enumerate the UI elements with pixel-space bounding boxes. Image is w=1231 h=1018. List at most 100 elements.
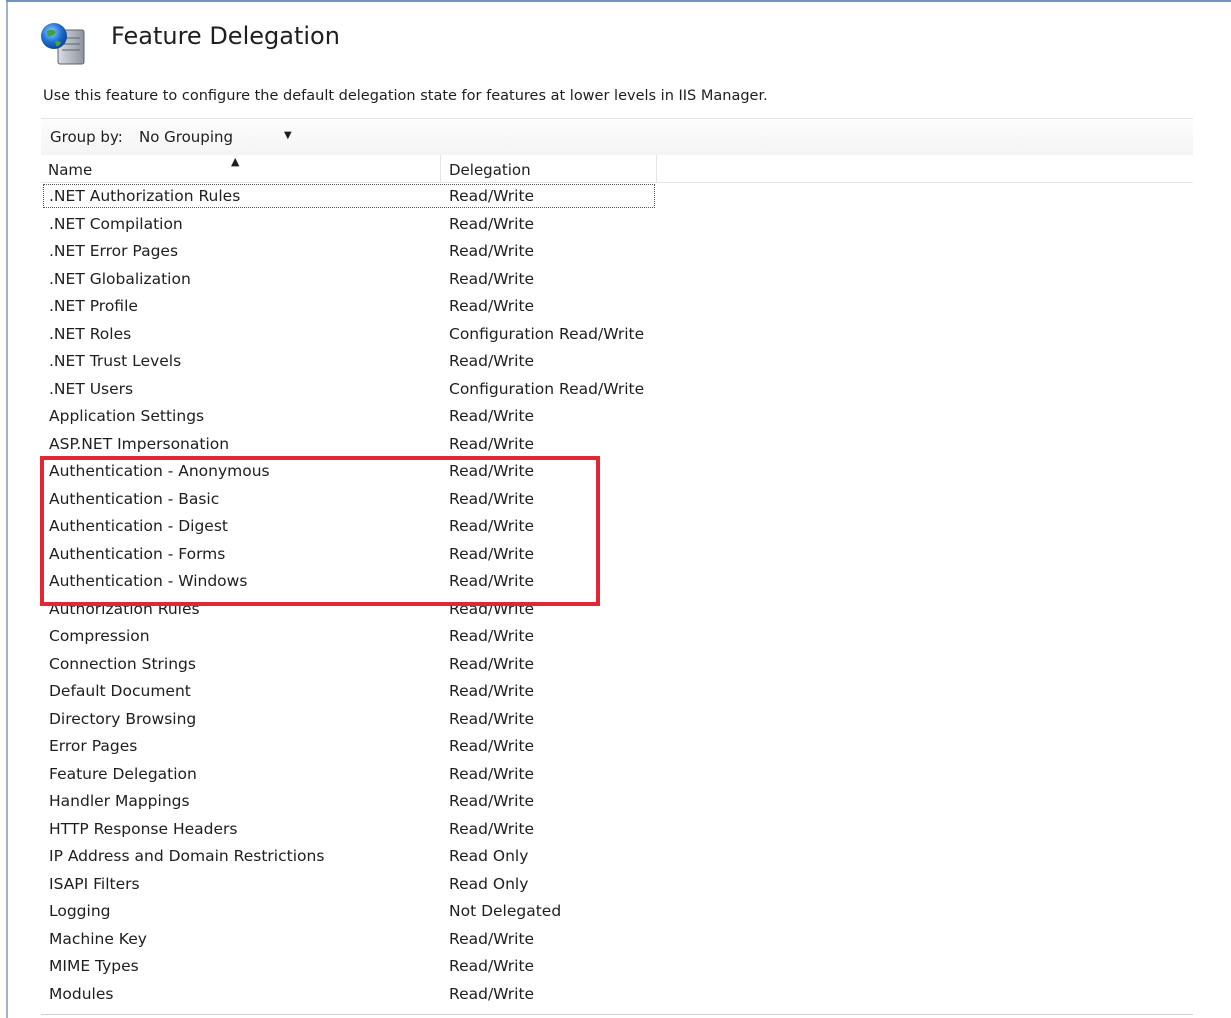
- table-row[interactable]: IP Address and Domain Restrictions Read O…: [41, 843, 1193, 871]
- table-row[interactable]: Connection Strings Read/Write: [41, 651, 1193, 679]
- table-row[interactable]: MIME Types Read/Write: [41, 953, 1193, 981]
- feature-name-cell: .NET Roles: [49, 324, 132, 343]
- delegation-cell: Read/Write: [449, 187, 535, 205]
- feature-name-cell: .NET Error Pages: [49, 242, 179, 260]
- feature-name-cell: .NET Authorization Rules: [49, 187, 241, 205]
- table-row[interactable]: .NET Globalization Read/Write: [41, 266, 1193, 294]
- table-row[interactable]: Default Document Read/Write: [41, 678, 1193, 706]
- table-row[interactable]: Authorization Rules Read/Write: [41, 596, 1193, 624]
- feature-name-cell: Authentication - Anonymous: [49, 462, 270, 480]
- dropdown-arrow-icon: ▼: [284, 130, 292, 141]
- table-row[interactable]: .NET Users Configuration Read/Write: [41, 376, 1193, 404]
- feature-name-cell: .NET Compilation: [49, 214, 183, 233]
- table-row[interactable]: ASP.NET Impersonation Read/Write: [41, 431, 1193, 459]
- delegation-cell: Read/Write: [449, 709, 535, 728]
- delegation-cell: Read/Write: [449, 627, 535, 645]
- delegation-cell: Configuration Read/Write: [449, 379, 645, 398]
- table-row[interactable]: .NET Trust Levels Read/Write: [41, 348, 1193, 376]
- delegation-cell: Read/Write: [449, 572, 535, 590]
- delegation-cell: Read/Write: [449, 544, 535, 563]
- table-row[interactable]: .NET Error Pages Read/Write: [41, 238, 1193, 266]
- delegation-cell: Read/Write: [449, 682, 535, 700]
- table-row[interactable]: Error Pages Read/Write: [41, 733, 1193, 761]
- column-header-delegation[interactable]: Delegation: [441, 155, 657, 182]
- table-row[interactable]: Compression Read/Write: [41, 623, 1193, 651]
- window-left-border: [6, 0, 8, 1018]
- feature-name-cell: Authorization Rules: [49, 599, 200, 618]
- feature-name-cell: MIME Types: [49, 957, 139, 975]
- delegation-cell: Read/Write: [449, 819, 535, 838]
- column-header-name[interactable]: Name ▲: [41, 155, 441, 182]
- delegation-cell: Read/Write: [449, 957, 535, 975]
- feature-name-cell: .NET Trust Levels: [49, 352, 182, 370]
- delegation-cell: Read Only: [449, 874, 529, 893]
- delegation-cell: Configuration Read/Write: [449, 324, 645, 343]
- page-description: Use this feature to configure the defaul…: [43, 88, 768, 104]
- table-row[interactable]: .NET Compilation Read/Write: [41, 211, 1193, 239]
- table-row[interactable]: .NET Roles Configuration Read/Write: [41, 321, 1193, 349]
- delegation-cell: Read/Write: [449, 297, 535, 315]
- delegation-cell: Read/Write: [449, 929, 535, 948]
- table-row[interactable]: Logging Not Delegated: [41, 898, 1193, 926]
- feature-name-cell: Handler Mappings: [49, 792, 190, 810]
- delegation-cell: Read/Write: [449, 434, 535, 453]
- table-row[interactable]: Feature Delegation Read/Write: [41, 761, 1193, 789]
- delegation-cell: Not Delegated: [449, 902, 562, 920]
- feature-name-cell: Logging: [49, 902, 111, 920]
- delegation-cell: Read/Write: [449, 654, 535, 673]
- table-row[interactable]: Directory Browsing Read/Write: [41, 706, 1193, 734]
- delegation-cell: Read/Write: [449, 269, 535, 288]
- window-top-border: [6, 0, 1231, 2]
- page-title: Feature Delegation: [111, 22, 340, 50]
- delegation-cell: Read/Write: [449, 352, 535, 370]
- feature-name-cell: Modules: [49, 984, 114, 1003]
- table-row[interactable]: Handler Mappings Read/Write: [41, 788, 1193, 816]
- delegation-cell: Read/Write: [449, 984, 535, 1003]
- delegation-cell: Read/Write: [449, 489, 535, 508]
- sort-ascending-icon: ▲: [231, 155, 240, 168]
- feature-name-cell: Authentication - Windows: [49, 572, 248, 590]
- delegation-cell: Read/Write: [449, 214, 535, 233]
- iis-globe-server-icon: [38, 22, 88, 66]
- table-row[interactable]: Authentication - Anonymous Read/Write: [41, 458, 1193, 486]
- feature-name-cell: .NET Profile: [49, 297, 138, 315]
- delegation-cell: Read/Write: [449, 517, 535, 535]
- table-row[interactable]: Machine Key Read/Write: [41, 926, 1193, 954]
- group-by-value: No Grouping: [139, 128, 234, 146]
- feature-name-cell: Directory Browsing: [49, 709, 197, 728]
- table-row[interactable]: Authentication - Windows Read/Write: [41, 568, 1193, 596]
- bottom-divider: [41, 1014, 1193, 1015]
- feature-name-cell: Error Pages: [49, 737, 138, 755]
- feature-name-cell: Feature Delegation: [49, 764, 197, 783]
- feature-delegation-list[interactable]: Name ▲ Delegation .NET Authorization Rul…: [41, 155, 1193, 1005]
- delegation-cell: Read/Write: [449, 737, 535, 755]
- feature-name-cell: ASP.NET Impersonation: [49, 434, 230, 453]
- group-by-dropdown[interactable]: No Grouping ▼: [137, 127, 301, 149]
- feature-name-cell: Default Document: [49, 682, 191, 700]
- feature-name-cell: Machine Key: [49, 929, 147, 948]
- delegation-cell: Read/Write: [449, 764, 535, 783]
- feature-name-cell: Authentication - Forms: [49, 544, 226, 563]
- feature-name-cell: .NET Users: [49, 379, 134, 398]
- table-row[interactable]: HTTP Response Headers Read/Write: [41, 816, 1193, 844]
- delegation-cell: Read/Write: [449, 407, 535, 425]
- table-row[interactable]: ISAPI Filters Read Only: [41, 871, 1193, 899]
- feature-name-cell: ISAPI Filters: [49, 874, 140, 893]
- column-header-name-label: Name: [48, 161, 93, 179]
- table-row[interactable]: Authentication - Basic Read/Write: [41, 486, 1193, 514]
- delegation-cell: Read/Write: [449, 599, 535, 618]
- table-row[interactable]: Modules Read/Write: [41, 981, 1193, 1006]
- feature-name-cell: Connection Strings: [49, 654, 196, 673]
- table-row[interactable]: Authentication - Digest Read/Write: [41, 513, 1193, 541]
- group-by-toolbar: Group by: No Grouping ▼: [41, 118, 1193, 155]
- delegation-cell: Read Only: [449, 847, 529, 865]
- table-row[interactable]: .NET Profile Read/Write: [41, 293, 1193, 321]
- delegation-cell: Read/Write: [449, 242, 535, 260]
- feature-name-cell: HTTP Response Headers: [49, 819, 238, 838]
- feature-name-cell: Compression: [49, 627, 150, 645]
- table-row[interactable]: Authentication - Forms Read/Write: [41, 541, 1193, 569]
- table-row[interactable]: Application Settings Read/Write: [41, 403, 1193, 431]
- column-header-delegation-label: Delegation: [449, 161, 531, 179]
- table-row[interactable]: .NET Authorization Rules Read/Write: [41, 183, 1193, 211]
- feature-name-cell: Authentication - Digest: [49, 517, 228, 535]
